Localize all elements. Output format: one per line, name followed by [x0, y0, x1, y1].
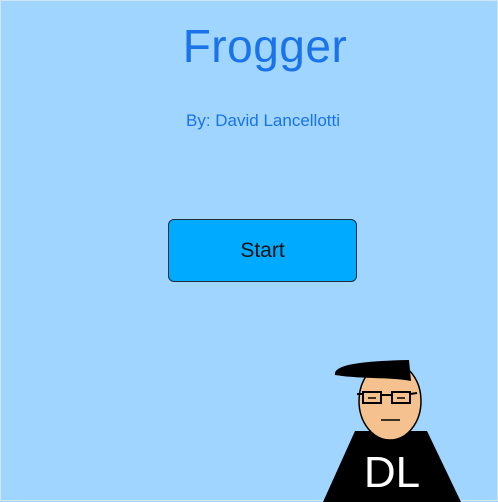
- avatar-hat: [334, 360, 411, 381]
- author-byline: By: David Lancellotti: [185, 111, 341, 130]
- start-button[interactable]: Start: [168, 219, 357, 282]
- game-title: Frogger: [182, 20, 348, 72]
- start-button-label: Start: [240, 238, 285, 262]
- avatar-initials: DL: [364, 448, 420, 497]
- title-screen: Frogger By: David Lancellotti Start DL: [0, 0, 498, 502]
- author-avatar: DL: [319, 357, 461, 502]
